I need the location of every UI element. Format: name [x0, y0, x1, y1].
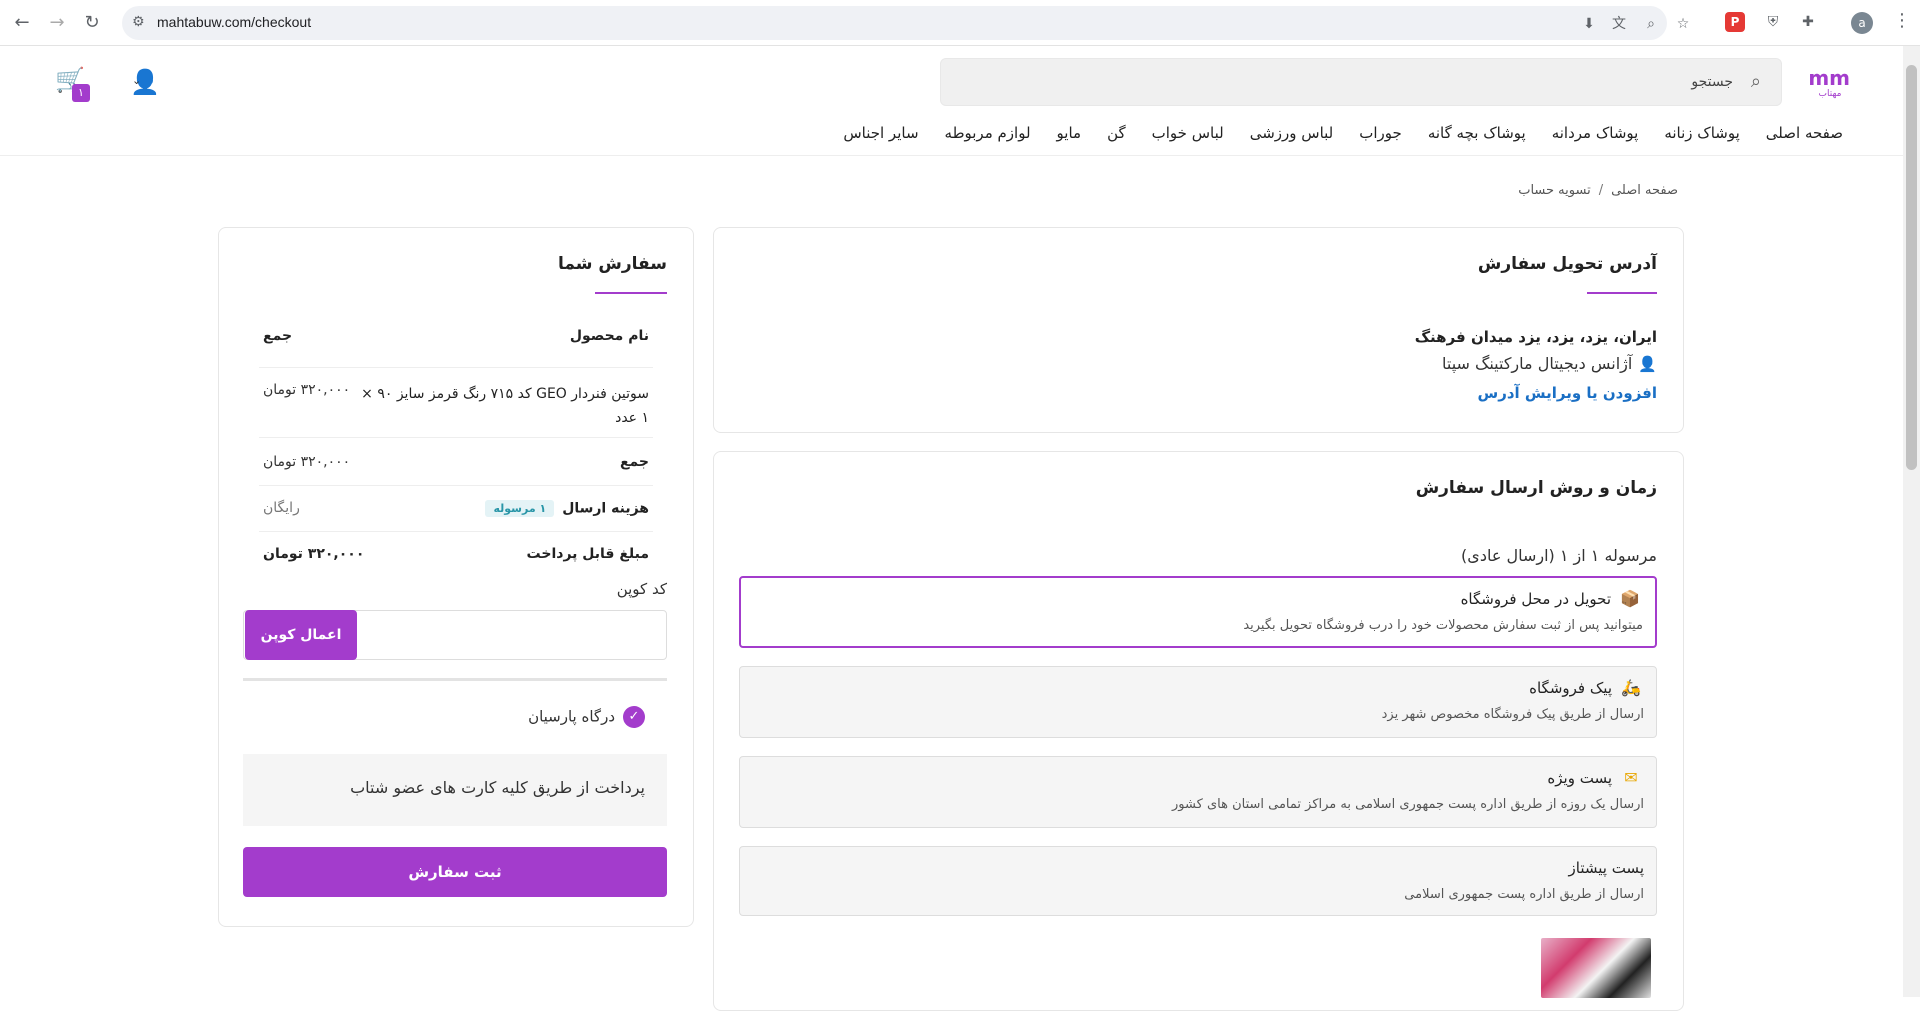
translate-icon[interactable]: 文 — [1610, 15, 1628, 33]
title-underline — [595, 292, 667, 294]
extension-shield-icon[interactable]: ⛨ — [1763, 12, 1783, 32]
menu-item-women[interactable]: پوشاک زنانه — [1664, 124, 1739, 142]
search-placeholder: جستجو — [1691, 74, 1733, 90]
menu-item-socks[interactable]: جوراب — [1359, 124, 1402, 142]
site-logo[interactable]: mm مهتاب — [1808, 68, 1850, 104]
menu-item-swimwear[interactable]: مایو — [1057, 124, 1082, 142]
reload-icon[interactable]: ↻ — [80, 11, 104, 35]
post-wings-icon: ✉ — [1624, 768, 1638, 787]
menu-item-sleepwear[interactable]: لباس خواب — [1152, 124, 1224, 142]
install-app-icon[interactable]: ⬇ — [1580, 15, 1598, 33]
product-thumbnail — [1541, 938, 1651, 998]
menu-item-kids[interactable]: پوشاک بچه گانه — [1428, 124, 1526, 142]
address-title: آدرس تحویل سفارش — [1477, 254, 1657, 274]
cart-count-badge: ۱ — [72, 84, 90, 102]
site-header: mm مهتاب ⌕ جستجو 👤 ⌄ 🛒 ۱ صفحه اصلی پوشاک… — [0, 46, 1903, 156]
divider — [243, 678, 667, 681]
url-text: mahtabuw.com/checkout — [157, 14, 312, 30]
breadcrumb-home[interactable]: صفحه اصلی — [1611, 183, 1678, 198]
breadcrumb-separator: / — [1598, 183, 1604, 198]
menu-item-shapewear[interactable]: گن — [1107, 124, 1126, 142]
extensions-puzzle-icon[interactable]: ✚ — [1798, 12, 1818, 32]
menu-item-sportswear[interactable]: لباس ورزشی — [1250, 124, 1334, 142]
chevron-down-icon[interactable]: ⌄ — [132, 74, 141, 87]
browser-toolbar: ← → ↻ ⚙ mahtabuw.com/checkout ⬇ 文 ⌕ ☆ P … — [0, 0, 1920, 46]
shipping-card: زمان و روش ارسال سفارش مرسوله ۱ از ۱ (ار… — [713, 451, 1684, 1011]
address-recipient: 👤آژانس دیجیتال مارکتینگ سپتا — [1441, 354, 1657, 373]
check-circle-icon: ✓ — [623, 706, 645, 728]
site-info-icon[interactable]: ⚙ — [132, 14, 145, 30]
bookmark-star-icon[interactable]: ☆ — [1674, 15, 1692, 33]
gateway-description: پرداخت از طریق کلیه کارت های عضو شتاب — [243, 754, 667, 826]
breadcrumb: صفحه اصلی / تسویه حساب — [1518, 183, 1678, 198]
order-header-row: نام محصول جمع — [259, 328, 653, 368]
edit-address-link[interactable]: افزودن یا ویرایش آدرس — [1478, 384, 1658, 402]
back-icon[interactable]: ← — [10, 11, 34, 35]
parcel-label: مرسوله ۱ از ۱ (ارسال عادی) — [1461, 546, 1657, 565]
extension-red-icon[interactable]: P — [1725, 12, 1745, 32]
shipping-option-store-pickup[interactable]: 📦 تحویل در محل فروشگاه میتوانید پس از ثب… — [739, 576, 1657, 648]
menu-item-other[interactable]: سایر اجناس — [843, 124, 918, 142]
scrollbar-thumb[interactable] — [1906, 65, 1917, 470]
browser-menu-icon[interactable]: ⋮ — [1893, 10, 1911, 31]
store-pickup-icon: 📦 — [1620, 589, 1640, 608]
menu-item-home[interactable]: صفحه اصلی — [1766, 124, 1843, 142]
profile-avatar[interactable]: a — [1851, 12, 1873, 34]
breadcrumb-current: تسویه حساب — [1518, 183, 1591, 198]
subtotal-row: جمع ۳۲۰,۰۰۰ تومان — [259, 438, 653, 486]
shipping-option-express-post[interactable]: پست پیشتاز ارسال از طریق اداره پست جمهور… — [739, 846, 1657, 916]
search-input[interactable]: ⌕ جستجو — [940, 58, 1782, 106]
address-card: آدرس تحویل سفارش ایران، یزد، یزد، یزد می… — [713, 227, 1684, 433]
shipping-cost-row: هزینه ارسال۱ مرسوله رایگان — [259, 486, 653, 532]
user-icon: 👤 — [1638, 355, 1657, 373]
main-menu: صفحه اصلی پوشاک زنانه پوشاک مردانه پوشاک… — [843, 124, 1843, 142]
menu-item-men[interactable]: پوشاک مردانه — [1552, 124, 1639, 142]
coupon-label: کد کوپن — [616, 580, 667, 598]
submit-order-button[interactable]: ثبت سفارش — [243, 847, 667, 897]
address-bar[interactable]: ⚙ mahtabuw.com/checkout ⬇ 文 ⌕ ☆ — [122, 6, 1689, 40]
forward-icon[interactable]: → — [45, 11, 69, 35]
shipping-option-special-post[interactable]: ✉ پست ویژه ارسال یک روزه از طریق اداره پ… — [739, 756, 1657, 828]
order-title: سفارش شما — [558, 254, 667, 274]
parcel-count-badge: ۱ مرسوله — [485, 500, 555, 517]
courier-scooter-icon: 🛵 — [1621, 678, 1641, 697]
order-item-row: سوتین فنردار GEO کد ۷۱۵ رنگ قرمز سایز ۹۰… — [259, 368, 653, 438]
address-location: ایران، یزد، یزد، یزد میدان فرهنگ — [1414, 328, 1657, 346]
apply-coupon-button[interactable]: اعمال کوپن — [245, 610, 357, 660]
shipping-title: زمان و روش ارسال سفارش — [1415, 478, 1657, 498]
shipping-option-courier[interactable]: 🛵 پیک فروشگاه ارسال از طریق پیک فروشگاه … — [739, 666, 1657, 738]
menu-item-accessories[interactable]: لوازم مربوطه — [945, 124, 1031, 142]
order-summary-card: سفارش شما نام محصول جمع سوتین فنردار GEO… — [218, 227, 694, 927]
zoom-icon[interactable]: ⌕ — [1642, 15, 1660, 33]
search-icon[interactable]: ⌕ — [1751, 71, 1761, 92]
gateway-parsian-option[interactable]: ✓درگاه پارسیان — [528, 706, 645, 728]
title-underline — [1587, 292, 1657, 294]
total-row: مبلغ قابل پرداخت ۳۲۰,۰۰۰ تومان — [263, 546, 649, 562]
